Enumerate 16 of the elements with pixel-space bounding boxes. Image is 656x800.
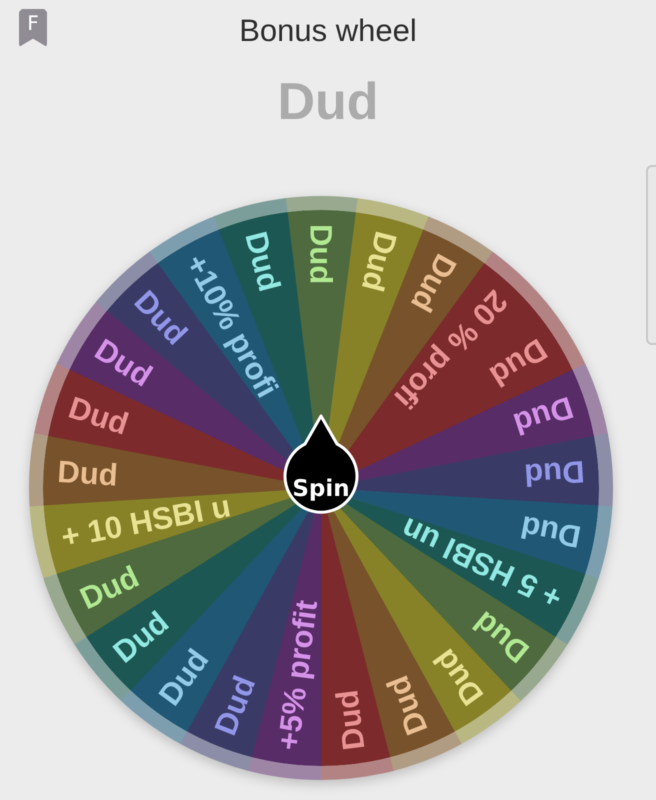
segment-label: Dud xyxy=(523,454,586,493)
result-text: Dud xyxy=(277,72,379,132)
segment-label: Dud xyxy=(74,558,144,616)
segment-label: +5% profit xyxy=(270,598,324,752)
page-title: Bonus wheel xyxy=(239,13,417,49)
segment-label: Dud xyxy=(380,670,434,740)
app-badge: F xyxy=(19,9,47,47)
spin-button[interactable]: Spin xyxy=(284,414,358,514)
segment-label: Dud xyxy=(404,248,464,318)
segment-label: Dud xyxy=(518,508,584,555)
segment-label: Dud xyxy=(304,224,338,284)
segment-label: Dud xyxy=(238,228,288,296)
segment-label: Dud xyxy=(64,390,133,442)
segment-label: Dud xyxy=(354,228,404,296)
segment-label: Dud xyxy=(208,670,262,740)
segment-label: Dud xyxy=(329,688,372,752)
